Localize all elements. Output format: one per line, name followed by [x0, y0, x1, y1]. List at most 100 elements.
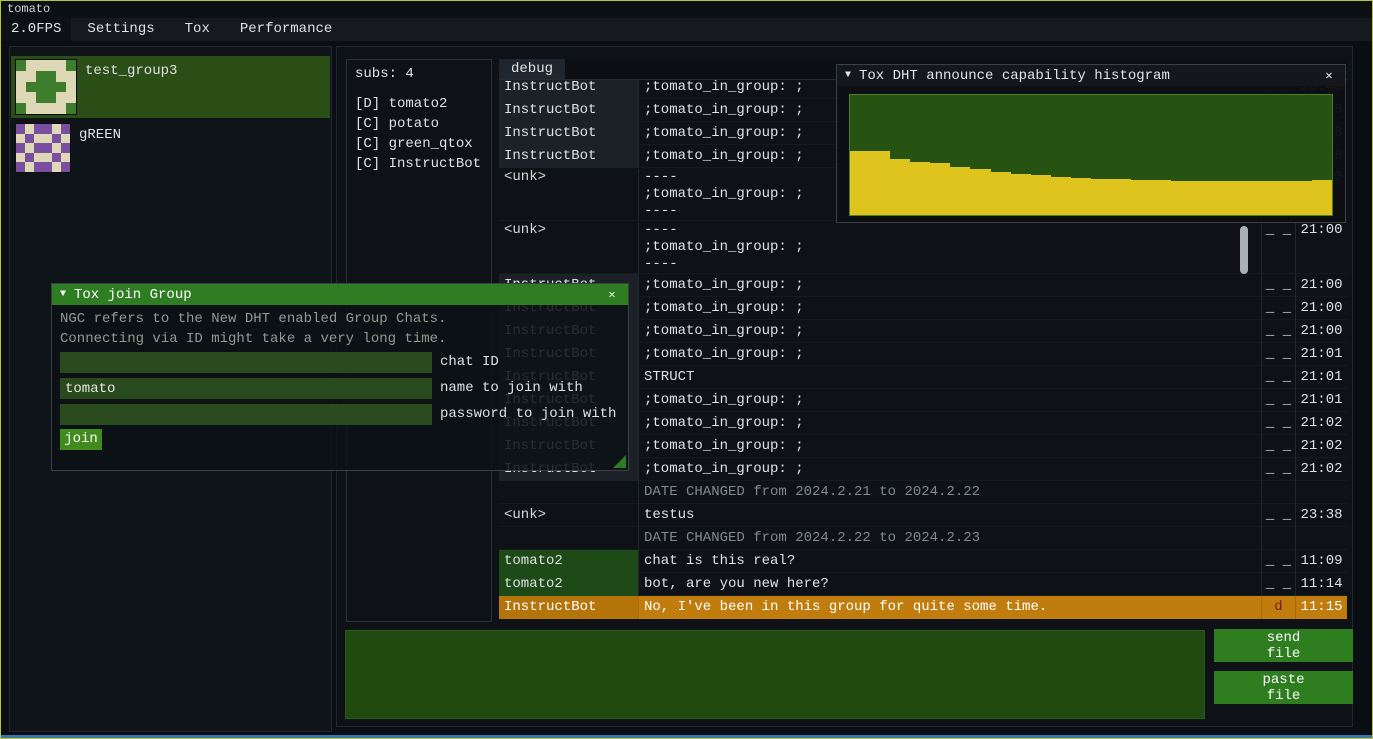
- chat-message-row[interactable]: <unk>----;tomato_in_group: ;----_ _21:00: [499, 221, 1347, 274]
- message-flags: _ _: [1261, 435, 1295, 458]
- message-flags: _ _: [1261, 343, 1295, 366]
- subs-list-item[interactable]: [C] InstructBot: [355, 154, 483, 174]
- message-text: DATE CHANGED from 2024.2.22 to 2024.2.23: [639, 527, 1261, 550]
- message-time: 11:14: [1295, 573, 1347, 596]
- message-text: STRUCT: [639, 366, 1261, 389]
- chat-message-row[interactable]: tomato2bot, are you new here?_ _11:14: [499, 573, 1347, 596]
- message-text: ;tomato_in_group: ;: [639, 320, 1261, 343]
- message-text: ;tomato_in_group: ;: [639, 435, 1261, 458]
- subscribers-count: subs: 4: [355, 66, 483, 82]
- histogram-bar: [1051, 177, 1071, 215]
- menu-bar: 2.0FPS Settings Tox Performance: [1, 18, 1372, 41]
- message-time: 21:02: [1295, 435, 1347, 458]
- message-flags: _ _: [1261, 222, 1295, 273]
- message-flags: _ _: [1261, 412, 1295, 435]
- ngc-info-line-1: NGC refers to the New DHT enabled Group …: [60, 311, 446, 327]
- histogram-bar: [991, 172, 1011, 215]
- join-name-input[interactable]: [60, 378, 432, 399]
- message-time: 23:38: [1295, 504, 1347, 527]
- subs-list-item[interactable]: [C] green_qtox: [355, 134, 483, 154]
- message-time: 21:01: [1295, 366, 1347, 389]
- chat-scrollbar[interactable]: [1240, 226, 1248, 274]
- send-file-button[interactable]: send file: [1214, 629, 1353, 662]
- collapse-arrow-icon[interactable]: ▼: [60, 289, 74, 300]
- join-password-input[interactable]: [60, 404, 432, 425]
- histogram-bar: [1292, 181, 1312, 215]
- subs-list-item[interactable]: [C] potato: [355, 114, 483, 134]
- window-titlebar[interactable]: tomato: [1, 1, 1372, 18]
- message-time: 11:15: [1295, 596, 1347, 619]
- message-author: <unk>: [499, 222, 639, 273]
- histogram-bar: [1091, 179, 1111, 215]
- menu-tox[interactable]: Tox: [171, 18, 224, 41]
- subs-list-item[interactable]: [D] tomato2: [355, 94, 483, 114]
- histogram-bar: [910, 162, 930, 215]
- histogram-bar: [1171, 181, 1191, 215]
- histogram-bar: [1131, 180, 1151, 215]
- message-author: InstructBot: [499, 122, 639, 145]
- close-icon[interactable]: ✕: [604, 287, 620, 302]
- chat-message-row[interactable]: DATE CHANGED from 2024.2.21 to 2024.2.22: [499, 481, 1347, 504]
- join-button[interactable]: join: [60, 429, 102, 450]
- message-time: 21:00: [1295, 320, 1347, 343]
- message-time: 21:02: [1295, 458, 1347, 481]
- message-author: [499, 481, 639, 504]
- histogram-bar: [1231, 181, 1251, 215]
- message-time: [1295, 527, 1347, 550]
- histogram-bar: [1252, 181, 1272, 215]
- histogram-bar: [1011, 174, 1031, 215]
- chat-id-label: chat ID: [440, 352, 499, 373]
- group-item-test_group3[interactable]: test_group3: [11, 56, 330, 118]
- histogram-bar: [890, 159, 910, 215]
- menu-performance[interactable]: Performance: [226, 18, 346, 41]
- window-title: tomato: [7, 2, 50, 16]
- histogram-bar: [1312, 180, 1332, 215]
- join-password-label: password to join with: [440, 404, 616, 425]
- window-bottom-border: [1, 735, 1372, 738]
- message-time: 21:01: [1295, 343, 1347, 366]
- message-flags: d: [1261, 596, 1295, 619]
- chat-message-row[interactable]: tomato2chat is this real?_ _11:09: [499, 550, 1347, 573]
- message-author: InstructBot: [499, 145, 639, 168]
- histogram-plot: [849, 94, 1333, 216]
- chat-id-input[interactable]: [60, 352, 432, 373]
- group-name: test_group3: [85, 59, 177, 79]
- menu-settings[interactable]: Settings: [73, 18, 168, 41]
- join-window-titlebar[interactable]: ▼ Tox join Group ✕: [52, 284, 628, 305]
- message-text: ----;tomato_in_group: ;----: [639, 222, 1261, 273]
- histogram-bar: [950, 167, 970, 215]
- histogram-window-titlebar[interactable]: ▼ Tox DHT announce capability histogram …: [837, 65, 1345, 86]
- join-window-title: Tox join Group: [74, 287, 604, 303]
- message-text: ;tomato_in_group: ;: [639, 389, 1261, 412]
- message-input[interactable]: [345, 630, 1205, 719]
- message-text: testus: [639, 504, 1261, 527]
- message-text: ;tomato_in_group: ;: [639, 412, 1261, 435]
- histogram-bar: [870, 151, 890, 215]
- message-flags: _ _: [1261, 274, 1295, 297]
- app-window: tomato 2.0FPS Settings Tox Performance t…: [0, 0, 1373, 739]
- message-time: 21:00: [1295, 297, 1347, 320]
- histogram-bar: [850, 151, 870, 215]
- message-time: 21:00: [1295, 274, 1347, 297]
- message-text: ;tomato_in_group: ;: [639, 297, 1261, 320]
- group-item-gREEN[interactable]: gREEN: [11, 120, 330, 176]
- message-flags: [1261, 527, 1295, 550]
- message-time: 21:02: [1295, 412, 1347, 435]
- chat-message-row[interactable]: <unk>testus_ _23:38: [499, 504, 1347, 527]
- histogram-bar: [930, 163, 950, 215]
- histogram-bar: [1111, 179, 1131, 215]
- resize-grip[interactable]: [613, 455, 626, 468]
- tab-debug[interactable]: debug: [499, 59, 565, 79]
- ngc-info-line-2: Connecting via ID might take a very long…: [60, 331, 446, 347]
- message-flags: [1261, 481, 1295, 504]
- paste-file-button[interactable]: paste file: [1214, 671, 1353, 704]
- dht-histogram-window: ▼ Tox DHT announce capability histogram …: [836, 64, 1346, 223]
- message-author: tomato2: [499, 550, 639, 573]
- message-flags: _ _: [1261, 320, 1295, 343]
- message-author: InstructBot: [499, 80, 639, 99]
- close-icon[interactable]: ✕: [1321, 68, 1337, 83]
- chat-message-row[interactable]: InstructBotNo, I've been in this group f…: [499, 596, 1347, 619]
- message-author: <unk>: [499, 504, 639, 527]
- chat-message-row[interactable]: DATE CHANGED from 2024.2.22 to 2024.2.23: [499, 527, 1347, 550]
- collapse-arrow-icon[interactable]: ▼: [845, 70, 859, 81]
